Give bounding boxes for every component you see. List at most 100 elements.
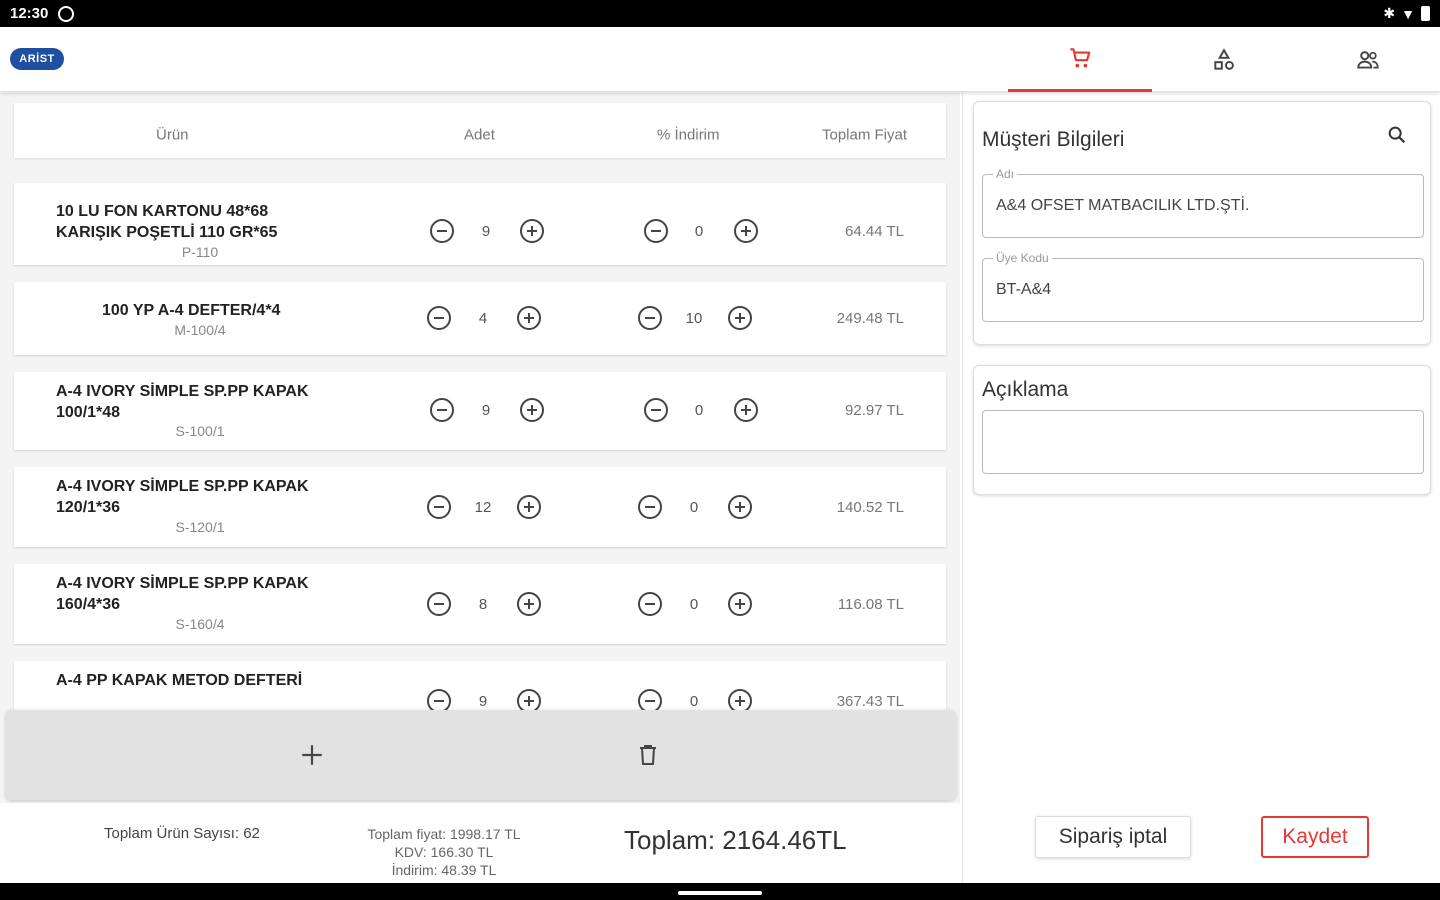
member-code-label: Üye Kodu	[993, 251, 1052, 265]
cart-icon	[1070, 48, 1091, 68]
description-card: Açıklama	[973, 365, 1431, 495]
quantity-value: 9	[481, 223, 491, 240]
tab-cart[interactable]	[1008, 27, 1152, 92]
member-code-value: BT-A&4	[996, 281, 1052, 298]
discount-increase-button[interactable]	[728, 306, 752, 330]
header-quantity: Adet	[464, 126, 495, 144]
trash-icon	[640, 745, 656, 765]
quantity-value: 9	[481, 402, 491, 419]
tab-categories[interactable]	[1152, 27, 1296, 92]
discount-increase-button[interactable]	[728, 592, 752, 616]
table-row[interactable]: A-4 IVORY SİMPLE SP.PP KAPAK 160/4*36 S-…	[14, 564, 946, 644]
discount-value: 0	[689, 693, 699, 710]
quantity-value: 8	[478, 596, 488, 613]
discount-decrease-button[interactable]	[644, 398, 668, 422]
quantity-increase-button[interactable]	[520, 219, 544, 243]
price-breakdown: Toplam fiyat: 1998.17 TL KDV: 166.30 TL …	[344, 825, 544, 879]
discount-decrease-button[interactable]	[644, 219, 668, 243]
discount-decrease-button[interactable]	[638, 495, 662, 519]
discount-amount: İndirim: 48.39 TL	[391, 862, 497, 878]
discount-value: 0	[689, 499, 699, 516]
product-name: A-4 IVORY SİMPLE SP.PP KAPAK 160/4*36	[56, 575, 309, 613]
shapes-icon	[1214, 47, 1234, 70]
status-time: 12:30	[10, 5, 49, 22]
table-row[interactable]: A-4 IVORY SİMPLE SP.PP KAPAK 120/1*36 S-…	[14, 467, 946, 547]
discount-increase-button[interactable]	[728, 495, 752, 519]
table-row[interactable]: A-4 IVORY SİMPLE SP.PP KAPAK 100/1*48 S-…	[14, 372, 946, 450]
app-bar: ARİST	[0, 27, 1440, 92]
member-code-field[interactable]: Üye Kodu BT-A&4	[982, 251, 1424, 322]
discount-value: 0	[689, 596, 699, 613]
customer-name-field[interactable]: Adı A&4 OFSET MATBACILIK LTD.ŞTİ.	[982, 167, 1424, 238]
quantity-decrease-button[interactable]	[427, 592, 451, 616]
home-gesture-handle[interactable]	[678, 891, 762, 895]
quantity-value: 4	[478, 310, 488, 327]
discount-decrease-button[interactable]	[638, 306, 662, 330]
grand-total: Toplam: 2164.46TL	[624, 825, 847, 855]
wifi-icon: ▼	[1401, 5, 1415, 22]
quantity-value: 9	[478, 693, 488, 710]
tab-customers[interactable]	[1296, 27, 1440, 92]
subtotal-price: Toplam fiyat: 1998.17 TL	[367, 826, 521, 842]
order-panel: Ürün Adet % İndirim Toplam Fiyat 10 LU F…	[0, 93, 960, 883]
customer-info-card: Müşteri Bilgileri Adı A&4 OFSET MATBACIL…	[973, 101, 1431, 345]
row-total-price: 367.43 TL	[836, 693, 904, 710]
discount-value: 10	[685, 310, 703, 327]
bluetooth-icon: ✱	[1383, 5, 1396, 21]
product-name: A-4 IVORY SİMPLE SP.PP KAPAK 120/1*36	[56, 478, 309, 516]
row-total-price: 116.08 TL	[837, 596, 904, 613]
add-product-button[interactable]	[272, 710, 352, 800]
customer-panel: Müşteri Bilgileri Adı A&4 OFSET MATBACIL…	[962, 93, 1440, 883]
description-title: Açıklama	[982, 378, 1069, 401]
product-name: A-4 IVORY SİMPLE SP.PP KAPAK 100/1*48	[56, 383, 309, 421]
discount-decrease-button[interactable]	[638, 592, 662, 616]
quantity-increase-button[interactable]	[520, 398, 544, 422]
quantity-increase-button[interactable]	[517, 306, 541, 330]
battery-icon	[1421, 6, 1430, 21]
header-total-price: Toplam Fiyat	[822, 126, 908, 144]
table-row[interactable]: 10 LU FON KARTONU 48*68 KARIŞIK POŞETLİ …	[14, 183, 946, 265]
quantity-increase-button[interactable]	[517, 592, 541, 616]
quantity-increase-button[interactable]	[517, 495, 541, 519]
app-logo: ARİST	[10, 48, 64, 70]
product-code: S-100/1	[175, 423, 225, 439]
search-icon[interactable]	[1386, 124, 1408, 146]
product-count: Toplam Ürün Sayısı: 62	[104, 825, 260, 842]
save-button[interactable]: Kaydet	[1261, 816, 1369, 858]
product-code: M-100/4	[174, 322, 226, 338]
do-not-disturb-icon	[58, 5, 75, 22]
status-bar: 12:30 ✱ ▼	[0, 0, 1440, 27]
customer-name-label: Adı	[993, 167, 1018, 181]
row-total-price: 140.52 TL	[836, 499, 904, 516]
discount-increase-button[interactable]	[734, 398, 758, 422]
discount-value: 0	[694, 402, 704, 419]
quantity-decrease-button[interactable]	[427, 306, 451, 330]
table-row[interactable]: 100 YP A-4 DEFTER/4*4 M-100/4 4 10 249.4…	[14, 282, 946, 355]
system-nav-bar	[0, 883, 1440, 900]
header-discount: % İndirim	[657, 126, 720, 144]
product-code: S-120/1	[175, 519, 225, 535]
cancel-order-button[interactable]: Sipariş iptal	[1035, 816, 1191, 858]
users-icon	[1357, 50, 1379, 69]
order-summary: Toplam Ürün Sayısı: 62 Toplam fiyat: 199…	[0, 803, 960, 883]
quantity-value: 12	[474, 499, 492, 516]
action-bar	[6, 710, 956, 800]
customer-name-value: A&4 OFSET MATBACILIK LTD.ŞTİ.	[996, 197, 1250, 214]
product-code: S-160/4	[175, 616, 225, 632]
quantity-decrease-button[interactable]	[430, 398, 454, 422]
product-list: 10 LU FON KARTONU 48*68 KARIŞIK POŞETLİ …	[14, 183, 946, 758]
quantity-decrease-button[interactable]	[430, 219, 454, 243]
quantity-decrease-button[interactable]	[427, 495, 451, 519]
row-total-price: 92.97 TL	[845, 402, 904, 419]
product-name: A-4 PP KAPAK METOD DEFTERİ	[56, 672, 303, 689]
description-input[interactable]	[982, 410, 1424, 474]
plus-icon	[302, 745, 322, 765]
product-name: 10 LU FON KARTONU 48*68 KARIŞIK POŞETLİ …	[56, 203, 278, 241]
table-header: Ürün Adet % İndirim Toplam Fiyat	[14, 103, 946, 158]
row-total-price: 64.44 TL	[845, 223, 904, 240]
customer-info-title: Müşteri Bilgileri	[982, 128, 1125, 151]
delete-button[interactable]	[608, 710, 688, 800]
row-total-price: 249.48 TL	[836, 310, 904, 327]
discount-increase-button[interactable]	[734, 219, 758, 243]
kdv-amount: KDV: 166.30 TL	[394, 844, 494, 860]
